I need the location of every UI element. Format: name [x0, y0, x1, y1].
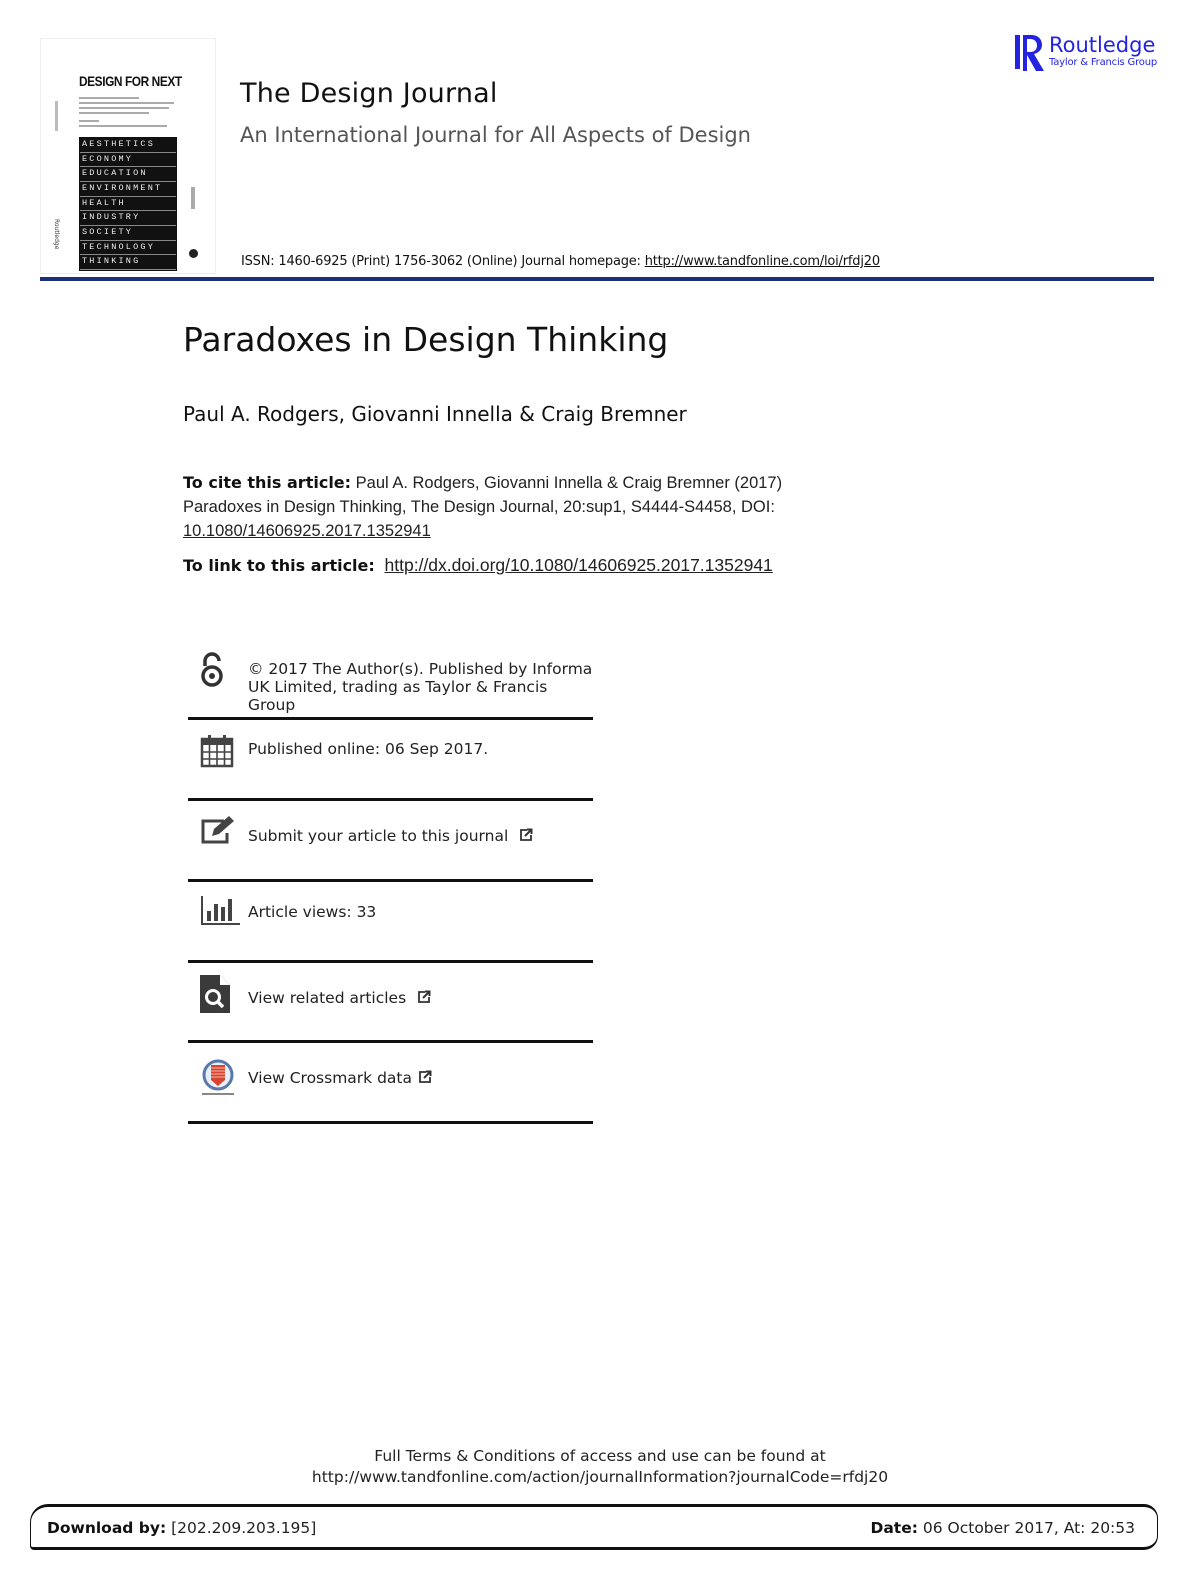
info-item-related[interactable]: View related articles — [188, 963, 593, 1043]
article-authors: Paul A. Rodgers, Giovanni Innella & Crai… — [183, 402, 687, 426]
cover-word: INDUSTRY — [80, 211, 176, 227]
journal-subtitle: An International Journal for All Aspects… — [240, 123, 751, 147]
crossmark-icon — [202, 1059, 234, 1095]
publisher-logo[interactable]: Routledge Taylor & Francis Group — [1015, 33, 1157, 75]
cover-word: AESTHETICS — [80, 138, 176, 153]
external-link-icon — [418, 990, 431, 1003]
publisher-name: Routledge — [1049, 33, 1156, 57]
license-line: Group — [248, 696, 296, 714]
cover-word: ECONOMY — [80, 153, 176, 168]
cover-word: TECHNOLOGY — [80, 241, 176, 256]
cover-word: THINKING — [80, 255, 176, 271]
cover-spine-text — [55, 101, 58, 131]
cite-details: Paradoxes in Design Thinking, The Design… — [183, 498, 775, 516]
edit-icon — [201, 816, 234, 844]
published-date: Published online: 06 Sep 2017. — [248, 740, 489, 758]
cover-logo-dot — [189, 249, 198, 258]
publisher-group: Taylor & Francis Group — [1049, 57, 1157, 68]
download-label: Download by: — [47, 1519, 167, 1537]
article-info-list: © 2017 The Author(s). Published by Infor… — [188, 650, 593, 1124]
terms-url[interactable]: http://www.tandfonline.com/action/journa… — [0, 1467, 1200, 1488]
info-item-published: Published online: 06 Sep 2017. — [188, 720, 593, 801]
cover-word: SOCIETY — [80, 226, 176, 241]
article-doi-link[interactable]: http://dx.doi.org/10.1080/14606925.2017.… — [385, 555, 773, 575]
cover-publisher: Routledge — [53, 219, 60, 250]
cover-side-text — [191, 187, 195, 209]
download-by: Download by: [202.209.203.195] — [47, 1519, 316, 1537]
crossmark-link[interactable]: View Crossmark data — [248, 1069, 412, 1087]
terms-text: Full Terms & Conditions of access and us… — [374, 1447, 826, 1465]
external-link-icon — [520, 828, 533, 841]
submit-article-link[interactable]: Submit your article to this journal — [248, 827, 508, 845]
article-link-block: To link to this article: http://dx.doi.o… — [183, 555, 773, 576]
license-line: UK Limited, trading as Taylor & Francis — [248, 678, 548, 696]
info-item-crossmark[interactable]: View Crossmark data — [188, 1043, 593, 1124]
link-label: To link to this article: — [183, 556, 375, 575]
cover-word: ENVIRONMENT — [80, 182, 176, 197]
bar-chart-icon — [201, 896, 240, 925]
date-value: 06 October 2017, At: 20:53 — [917, 1519, 1135, 1537]
journal-cover-image: DESIGN FOR NEXT AESTHETICS ECONOMY EDUCA… — [40, 38, 216, 274]
routledge-r-icon — [1015, 35, 1044, 71]
journal-title: The Design Journal — [240, 78, 498, 109]
article-views: Article views: 33 — [248, 903, 377, 921]
download-ip: [202.209.203.195] — [166, 1519, 317, 1537]
cite-authors: Paul A. Rodgers, Giovanni Innella & Crai… — [351, 474, 783, 492]
header-divider — [40, 277, 1154, 281]
info-item-submit[interactable]: Submit your article to this journal — [188, 801, 593, 882]
download-info-bar: Download by: [202.209.203.195] Date: 06 … — [30, 1504, 1158, 1550]
citation-block: To cite this article: Paul A. Rodgers, G… — [183, 471, 883, 543]
cover-word: HEALTH — [80, 197, 176, 212]
cover-title: DESIGN FOR NEXT — [79, 73, 182, 89]
external-link-icon — [419, 1070, 432, 1083]
issn-line: ISSN: 1460-6925 (Print) 1756-3062 (Onlin… — [241, 254, 880, 269]
open-access-icon — [201, 652, 223, 687]
terms-and-conditions: Full Terms & Conditions of access and us… — [0, 1446, 1200, 1488]
license-line: © 2017 The Author(s). Published by Infor… — [248, 660, 593, 678]
cite-label: To cite this article: — [183, 473, 352, 492]
cite-doi-link[interactable]: 10.1080/14606925.2017.1352941 — [183, 522, 431, 540]
calendar-icon — [200, 735, 234, 768]
cover-blurb — [79, 97, 179, 130]
info-item-views: Article views: 33 — [188, 882, 593, 963]
article-title: Paradoxes in Design Thinking — [183, 320, 669, 359]
journal-homepage-link[interactable]: http://www.tandfonline.com/loi/rfdj20 — [645, 254, 880, 269]
cover-word: EDUCATION — [80, 167, 176, 183]
download-date: Date: 06 October 2017, At: 20:53 — [870, 1519, 1135, 1537]
related-articles-link[interactable]: View related articles — [248, 989, 406, 1007]
issn-text: ISSN: 1460-6925 (Print) 1756-3062 (Onlin… — [241, 254, 645, 269]
info-item-license: © 2017 The Author(s). Published by Infor… — [188, 650, 593, 720]
date-label: Date: — [870, 1519, 918, 1537]
cover-word-grid: AESTHETICS ECONOMY EDUCATION ENVIRONMENT… — [79, 137, 177, 271]
search-document-icon — [200, 975, 230, 1013]
